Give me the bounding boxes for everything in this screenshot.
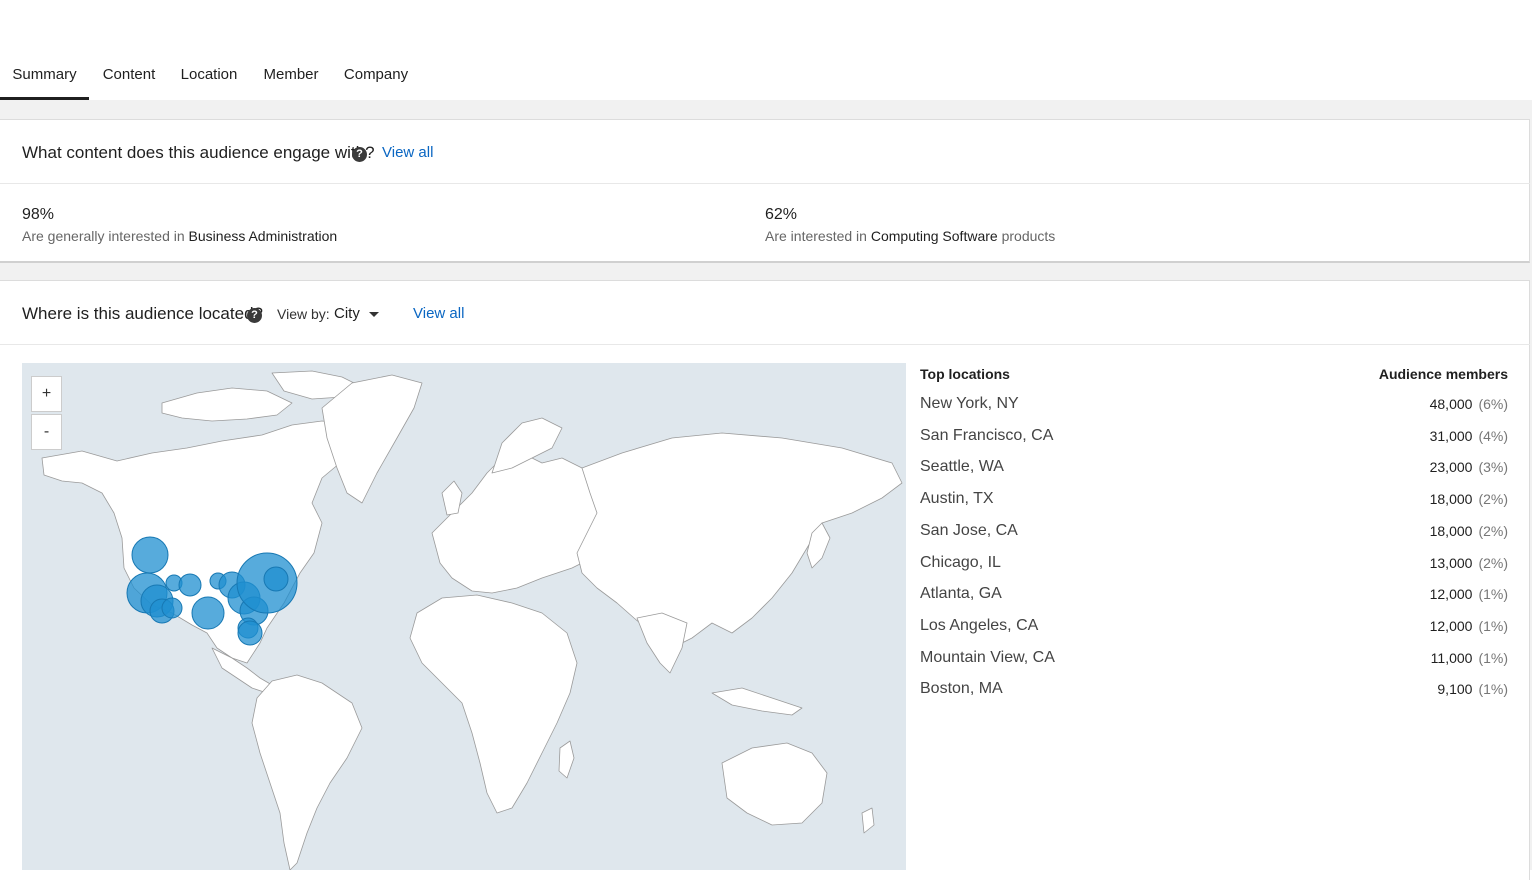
- member-percent: (1%): [1478, 617, 1508, 634]
- content-engagement-card: What content does this audience engage w…: [0, 119, 1530, 263]
- tab-bar: Summary Content Location Member Company: [0, 0, 1532, 100]
- member-count: 18,000: [1429, 522, 1473, 539]
- zoom-in-button[interactable]: +: [31, 376, 62, 412]
- south-america-shape: [251, 674, 363, 870]
- view-by-dropdown[interactable]: City: [334, 305, 360, 322]
- zoom-out-button[interactable]: -: [31, 414, 62, 450]
- stat-prefix: Are interested in: [765, 228, 867, 244]
- chevron-down-icon[interactable]: [369, 312, 379, 317]
- location-name: Austin, TX: [920, 490, 994, 508]
- africa-shape: [409, 594, 578, 814]
- arctic-islands-shape: [161, 387, 293, 422]
- member-percent: (2%): [1478, 554, 1508, 571]
- location-name: Mountain View, CA: [920, 648, 1055, 666]
- stat-description: Are interested in Computing Software pro…: [765, 228, 1055, 244]
- southeast-asia-shape: [711, 687, 803, 716]
- stat-description: Are generally interested in Business Adm…: [22, 228, 337, 244]
- india-shape: [636, 612, 688, 674]
- location-section-title: Where is this audience located?: [22, 304, 263, 323]
- member-count: 48,000: [1429, 396, 1473, 412]
- location-name: Atlanta, GA: [920, 585, 1002, 603]
- world-map-graphic: [41, 370, 903, 870]
- help-icon[interactable]: ?: [352, 147, 367, 162]
- member-percent: (2%): [1478, 491, 1508, 508]
- member-count: 18,000: [1429, 491, 1473, 508]
- location-view-all-link[interactable]: View all: [413, 305, 464, 322]
- audience-member-count: 12,000 (1%): [1430, 618, 1508, 634]
- member-percent: (6%): [1478, 396, 1508, 412]
- audience-members-header: Audience members: [1378, 366, 1508, 382]
- member-percent: (1%): [1478, 681, 1508, 698]
- member-count: 9,100: [1437, 681, 1473, 698]
- stat-percent: 62%: [765, 206, 798, 223]
- divider: [0, 183, 1530, 184]
- location-name: San Jose, CA: [920, 521, 1018, 539]
- member-percent: (3%): [1478, 459, 1508, 476]
- audience-member-count: 12,000 (1%): [1430, 586, 1508, 602]
- bubble-marker: [131, 536, 169, 574]
- view-by-label: View by:: [277, 306, 330, 322]
- member-percent: (1%): [1478, 649, 1508, 666]
- tab-member[interactable]: Member: [257, 62, 325, 100]
- member-count: 31,000: [1429, 427, 1473, 444]
- bubble-marker: [191, 596, 225, 630]
- member-count: 23,000: [1429, 459, 1473, 476]
- bubble-marker: [178, 573, 202, 597]
- world-map[interactable]: + -: [22, 363, 906, 870]
- audience-member-count: 18,000 (2%): [1430, 491, 1508, 507]
- location-name: San Francisco, CA: [920, 426, 1054, 444]
- stat-prefix: Are generally interested in: [22, 228, 185, 244]
- content-section-title: What content does this audience engage w…: [22, 143, 375, 162]
- audience-member-count: 18,000 (2%): [1430, 523, 1508, 539]
- asia-shape: [576, 432, 903, 649]
- location-name: Seattle, WA: [920, 458, 1004, 476]
- member-count: 12,000: [1429, 617, 1473, 634]
- member-count: 13,000: [1429, 554, 1473, 571]
- audience-member-count: 9,100 (1%): [1437, 681, 1508, 697]
- location-name: New York, NY: [920, 395, 1019, 412]
- audience-member-count: 23,000 (3%): [1430, 459, 1508, 475]
- location-name: Chicago, IL: [920, 553, 1001, 571]
- stat-percent: 98%: [22, 206, 55, 223]
- bubble-marker: [237, 620, 263, 646]
- stat-topic: Computing Software: [870, 228, 998, 244]
- content-view-all-link[interactable]: View all: [382, 144, 433, 161]
- top-locations-header: Top locations: [920, 366, 1010, 382]
- member-percent: (4%): [1478, 427, 1508, 444]
- audience-member-count: 11,000 (1%): [1431, 650, 1508, 666]
- tab-summary[interactable]: Summary: [0, 62, 89, 100]
- uk-shape: [441, 480, 463, 516]
- member-count: 11,000: [1430, 649, 1473, 666]
- member-count: 12,000: [1429, 586, 1473, 603]
- divider: [0, 344, 1530, 345]
- bubble-marker: [263, 566, 289, 592]
- tab-location[interactable]: Location: [174, 62, 244, 100]
- new-zealand-shape: [861, 807, 875, 834]
- audience-member-count: 48,000 (6%): [1430, 396, 1508, 412]
- location-name: Boston, MA: [920, 680, 1003, 698]
- tab-content[interactable]: Content: [96, 62, 162, 100]
- stat-suffix: products: [1001, 228, 1056, 244]
- stat-topic: Business Administration: [188, 228, 338, 244]
- audience-member-count: 31,000 (4%): [1430, 428, 1508, 444]
- australia-shape: [721, 742, 828, 826]
- location-name: Los Angeles, CA: [920, 616, 1039, 634]
- bubble-marker: [161, 597, 183, 619]
- audience-member-count: 13,000 (2%): [1430, 555, 1508, 571]
- madagascar-shape: [558, 740, 575, 779]
- tab-company[interactable]: Company: [338, 62, 414, 100]
- member-percent: (1%): [1478, 586, 1508, 603]
- member-percent: (2%): [1478, 522, 1508, 539]
- help-icon[interactable]: ?: [247, 308, 262, 323]
